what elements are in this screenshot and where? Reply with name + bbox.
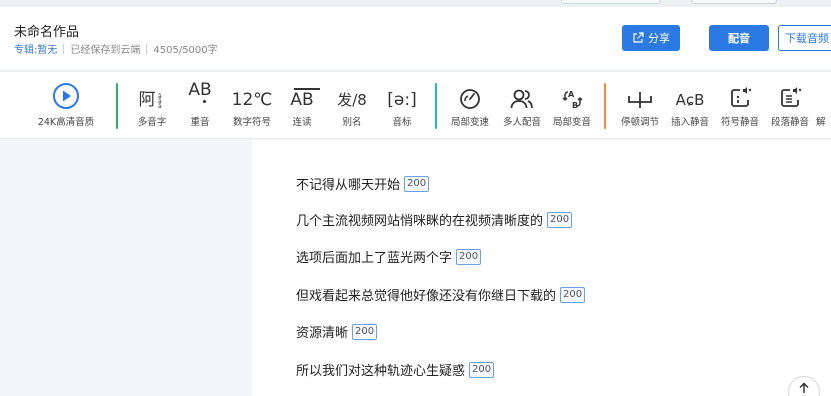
tool-liaison-label: 连读 — [292, 117, 312, 128]
liaison-icon: AB — [290, 72, 321, 112]
play-circle-icon — [52, 72, 80, 112]
svg-text:ā: ā — [158, 103, 162, 108]
share-icon — [633, 32, 644, 43]
top-tab-placeholder — [691, 0, 777, 4]
stress-icon: AB — [188, 72, 212, 112]
tool-stress-label: 重音 — [190, 117, 210, 128]
tool-more[interactable]: 解 — [816, 72, 831, 140]
number-symbol-icon: 12℃ — [231, 90, 273, 110]
tool-local-speed-label: 局部变速 — [450, 117, 489, 128]
document-title[interactable]: 未命名作品 — [14, 21, 79, 40]
pause-tag[interactable]: 200 — [456, 248, 482, 265]
editor-toolbar: 24K高清音质 阿 āāā 多音字 AB 重音 12℃ 数字符号 AB 连读 发… — [0, 71, 831, 139]
tool-symbol-silence-label: 符号静音 — [720, 117, 759, 128]
tool-polyphone-label: 多音字 — [137, 117, 167, 128]
tool-liaison[interactable]: AB 连读 — [284, 72, 321, 140]
tool-pause-adjust-label: 停顿调节 — [620, 117, 659, 128]
text-line[interactable]: 但戏看起来总觉得他好像还没有你继日下载的 200 — [296, 285, 586, 304]
line-text: 选项后面加上了蓝光两个字 — [296, 251, 453, 266]
paragraph-silence-icon — [778, 72, 802, 112]
top-tab-placeholder — [561, 0, 661, 4]
tool-quality-label: 24K高清音质 — [37, 117, 95, 128]
toolbar-divider — [116, 83, 118, 129]
share-label: 分享 — [648, 32, 670, 45]
share-button[interactable]: 分享 — [622, 25, 680, 51]
arrow-up-icon — [799, 382, 809, 393]
top-strip — [0, 0, 831, 7]
voice-swap-icon: AB — [560, 72, 584, 112]
toolbar-divider — [435, 83, 437, 129]
meta-divider — [146, 43, 148, 54]
tool-number-symbol[interactable]: 12℃ 数字符号 — [228, 72, 276, 140]
tool-alias-label: 别名 — [342, 117, 362, 128]
download-audio-button[interactable]: 下载音频 — [778, 25, 831, 51]
album-value[interactable]: 暂无 — [37, 41, 57, 56]
tool-quality[interactable]: 24K高清音质 — [30, 72, 102, 140]
insert-silence-icon: AɕB — [675, 91, 705, 109]
tool-pause-adjust[interactable]: 停顿调节 — [616, 72, 664, 140]
text-line[interactable]: 所以我们对这种轨迹心生疑惑 200 — [296, 360, 495, 379]
text-editor[interactable]: 不记得从哪天开始 200 几个主流视频网站悄咪眯的在视频清晰度的 200 选项后… — [252, 140, 831, 396]
pause-adjust-icon — [627, 72, 653, 112]
char-count: 4505/5000字 — [153, 45, 218, 56]
line-text: 不记得从哪天开始 — [296, 178, 401, 193]
text-line[interactable]: 不记得从哪天开始 200 — [296, 174, 430, 193]
text-line[interactable]: 选项后面加上了蓝光两个字 200 — [296, 247, 482, 266]
header: 未命名作品 专辑: 暂无 已经保存到云端 4505/5000字 分享 配音 下载… — [0, 7, 831, 69]
pause-tag[interactable]: 200 — [547, 211, 573, 228]
tool-insert-silence[interactable]: AɕB 插入静音 — [666, 72, 714, 140]
line-text: 资源清晰 — [296, 326, 349, 341]
line-text: 所以我们对这种轨迹心生疑惑 — [296, 364, 466, 379]
toolbar-divider — [604, 83, 606, 129]
pause-tag[interactable]: 200 — [469, 361, 495, 378]
tool-alias[interactable]: 发/8 别名 — [332, 72, 372, 140]
phonetic-icon: [ə:] — [387, 90, 417, 110]
alias-icon: 发/8 — [337, 91, 367, 109]
tool-number-symbol-label: 数字符号 — [232, 117, 271, 128]
tool-paragraph-silence[interactable]: 段落静音 — [766, 72, 814, 140]
tool-local-voice[interactable]: AB 局部变音 — [548, 72, 596, 140]
saved-status: 已经保存到云端 — [70, 45, 141, 56]
users-icon — [510, 72, 534, 112]
svg-text:A: A — [568, 90, 575, 99]
tool-phonetic-label: 音标 — [392, 117, 412, 128]
tool-more-label: 解 — [816, 117, 826, 128]
left-panel — [0, 140, 252, 396]
tool-multi-voice[interactable]: 多人配音 — [498, 72, 546, 140]
tool-local-voice-label: 局部变音 — [552, 117, 591, 128]
document-meta: 专辑: 暂无 已经保存到云端 4505/5000字 — [14, 41, 218, 56]
tool-polyphone[interactable]: 阿 āāā 多音字 — [132, 72, 172, 140]
text-line[interactable]: 资源清晰 200 — [296, 322, 378, 341]
line-text: 但戏看起来总觉得他好像还没有你继日下载的 — [296, 289, 557, 304]
album-label: 专辑: — [14, 45, 38, 56]
text-line[interactable]: 几个主流视频网站悄咪眯的在视频清晰度的 200 — [296, 210, 573, 229]
pause-tag[interactable]: 200 — [560, 286, 586, 303]
tool-local-speed[interactable]: 局部变速 — [446, 72, 494, 140]
meta-divider — [63, 43, 65, 54]
line-text: 几个主流视频网站悄咪眯的在视频清晰度的 — [296, 214, 544, 229]
symbol-silence-icon — [728, 72, 752, 112]
tool-multi-voice-label: 多人配音 — [502, 117, 541, 128]
dub-button[interactable]: 配音 — [709, 25, 769, 51]
tool-stress[interactable]: AB 重音 — [182, 72, 218, 140]
pause-tag[interactable]: 200 — [352, 323, 378, 340]
tool-symbol-silence[interactable]: 符号静音 — [716, 72, 764, 140]
pause-tag[interactable]: 200 — [404, 175, 430, 192]
polyphone-icon: 阿 āāā — [138, 90, 162, 110]
tool-insert-silence-label: 插入静音 — [670, 117, 709, 128]
tool-phonetic[interactable]: [ə:] 音标 — [384, 72, 420, 140]
tool-paragraph-silence-label: 段落静音 — [770, 117, 809, 128]
speedometer-icon — [459, 72, 481, 112]
